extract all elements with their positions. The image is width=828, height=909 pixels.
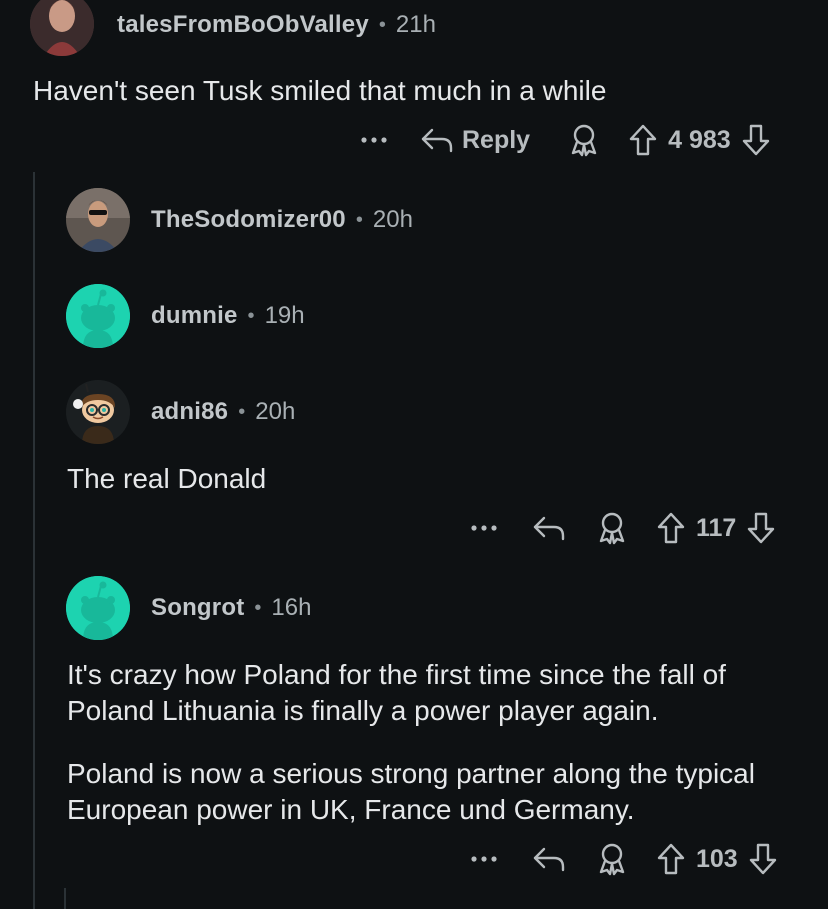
reply-label: Reply (462, 125, 531, 154)
comment-meta: Songrot • 16h (151, 588, 311, 628)
comment-meta: dumnie • 19h (151, 296, 305, 336)
avatar[interactable] (66, 576, 130, 640)
comment-meta: TheSodomizer00 • 20h (151, 200, 413, 240)
vote-controls: 117 (656, 511, 776, 545)
comment-actions: 117 (470, 508, 776, 548)
reply-button[interactable] (532, 514, 566, 542)
comment-meta: talesFromBoObValley • 21h (117, 5, 436, 45)
comment-text: Haven't seen Tusk smiled that much in a … (33, 75, 607, 106)
award-button[interactable] (596, 511, 628, 545)
more-options-icon (471, 856, 497, 862)
thread-line-nested[interactable] (64, 888, 66, 909)
user-avatar-image (30, 0, 94, 56)
avatar[interactable] (66, 188, 130, 252)
award-icon (599, 843, 625, 876)
vote-score: 117 (696, 513, 737, 542)
downvote-arrow-icon[interactable] (746, 511, 776, 545)
avatar[interactable] (66, 380, 130, 444)
username[interactable]: adni86 (151, 398, 228, 426)
more-options-button[interactable] (360, 135, 388, 145)
separator-dot: • (355, 208, 363, 231)
upvote-arrow-icon[interactable] (628, 123, 658, 157)
timestamp: 21h (395, 11, 436, 38)
comment-meta: adni86 • 20h (151, 392, 295, 432)
comment-text: The real Donald (67, 463, 267, 494)
timestamp: 16h (271, 594, 312, 621)
reply-arrow-icon (533, 516, 565, 541)
award-button[interactable] (568, 123, 600, 157)
avatar[interactable] (30, 0, 94, 56)
separator-dot: • (254, 596, 262, 619)
snoo-avatar-icon (66, 284, 130, 348)
award-icon (599, 512, 625, 545)
separator-dot: • (238, 400, 246, 423)
more-options-button[interactable] (470, 854, 498, 864)
thread-line[interactable] (33, 172, 35, 909)
award-button[interactable] (596, 842, 628, 876)
separator-dot: • (247, 304, 255, 327)
avatar[interactable] (66, 284, 130, 348)
timestamp: 20h (255, 398, 296, 425)
comment-paragraph: Poland is now a serious strong partner a… (67, 758, 755, 825)
more-options-icon (471, 525, 497, 531)
upvote-arrow-icon[interactable] (656, 842, 686, 876)
reply-button[interactable]: Reply (420, 126, 530, 155)
reply-arrow-icon (421, 128, 453, 153)
username[interactable]: dumnie (151, 302, 238, 330)
user-avatar-image (66, 380, 130, 444)
vote-score: 103 (696, 844, 738, 873)
timestamp: 20h (372, 206, 413, 233)
snoo-avatar-icon (66, 576, 130, 640)
username[interactable]: TheSodomizer00 (151, 206, 346, 234)
reply-button[interactable] (532, 845, 566, 873)
comment-paragraph: It's crazy how Poland for the first time… (67, 659, 726, 726)
timestamp: 19h (264, 302, 305, 329)
vote-controls: 4 983 (628, 123, 771, 157)
reply-arrow-icon (533, 847, 565, 872)
comment-actions: 103 (470, 839, 778, 879)
vote-controls: 103 (656, 842, 778, 876)
separator-dot: • (378, 13, 386, 36)
more-options-icon (361, 137, 387, 143)
upvote-arrow-icon[interactable] (656, 511, 686, 545)
downvote-arrow-icon[interactable] (748, 842, 778, 876)
vote-score: 4 983 (668, 125, 731, 154)
user-avatar-image (66, 188, 130, 252)
award-icon (571, 124, 597, 157)
downvote-arrow-icon[interactable] (741, 123, 771, 157)
username[interactable]: talesFromBoObValley (117, 11, 369, 39)
more-options-button[interactable] (470, 523, 498, 533)
comment-actions: Reply 4 983 (360, 120, 771, 160)
username[interactable]: Songrot (151, 594, 244, 622)
